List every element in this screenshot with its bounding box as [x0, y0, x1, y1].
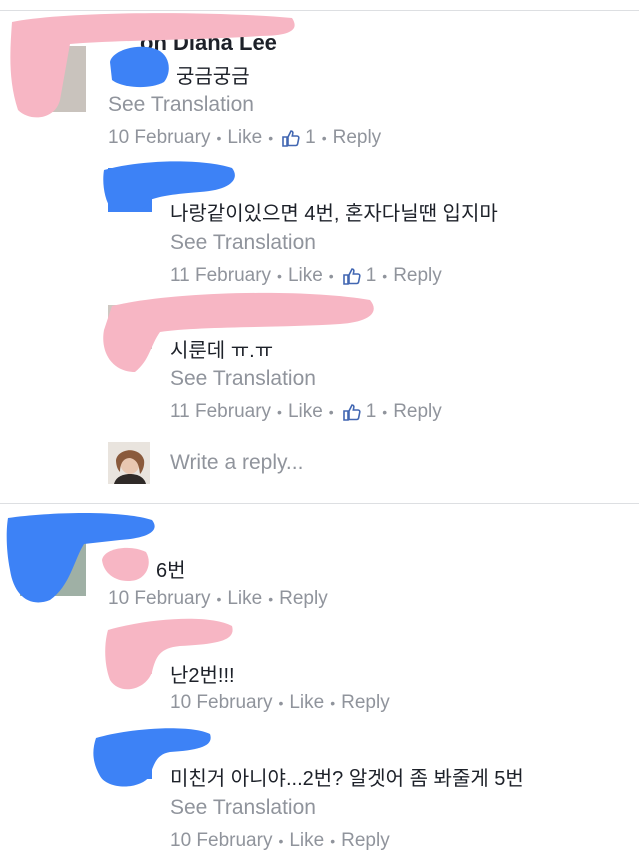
redaction-pink-small	[102, 547, 149, 582]
redaction-blue-reply2	[93, 728, 211, 787]
redaction-pink-reply2	[105, 618, 233, 690]
redaction-pink-reply	[103, 292, 374, 372]
redaction-blue-reply	[103, 161, 235, 211]
redaction-blue-name	[110, 46, 169, 88]
redaction-overlay	[6, 13, 374, 787]
